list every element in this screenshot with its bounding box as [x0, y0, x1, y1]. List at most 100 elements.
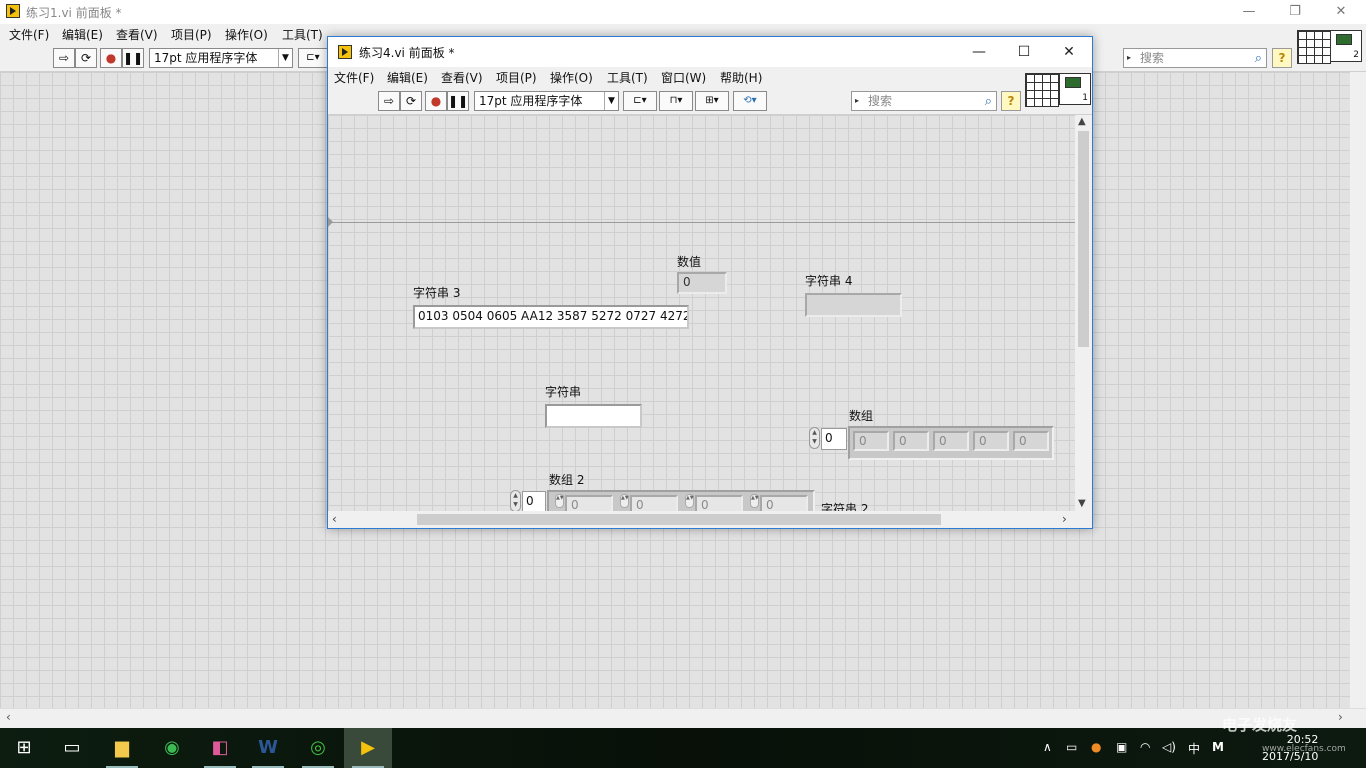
- run-arrow-icon[interactable]: ⇨: [378, 91, 400, 111]
- array2-index-input[interactable]: 0: [522, 491, 546, 511]
- maximize-icon[interactable]: ☐: [1001, 40, 1047, 64]
- connector-pane-icon[interactable]: [1025, 73, 1059, 107]
- menu-operate[interactable]: 操作(O): [550, 69, 593, 86]
- labview-taskbar-icon[interactable]: ▶: [344, 728, 392, 768]
- help-icon[interactable]: ?: [1001, 91, 1021, 111]
- paint-app-icon[interactable]: ◧: [196, 728, 244, 768]
- distribute-objects-icon[interactable]: ⊓▾: [659, 91, 693, 111]
- scroll-up-icon[interactable]: ▲: [1078, 116, 1086, 127]
- network-adapter-icon[interactable]: ▣: [1116, 740, 1127, 754]
- search-icon[interactable]: ⌕: [1255, 50, 1262, 68]
- array-element: 0: [893, 431, 929, 451]
- run-arrow-icon[interactable]: ⇨: [53, 48, 75, 68]
- element-spinner-icon[interactable]: ▲▼: [685, 494, 694, 508]
- array-indicator: 0 0 0 0 0: [848, 426, 1054, 460]
- resize-objects-icon[interactable]: ⊞▾: [695, 91, 729, 111]
- pane-splitter[interactable]: [328, 222, 1075, 223]
- string-control[interactable]: [545, 404, 642, 428]
- file-explorer-icon[interactable]: ▆: [98, 728, 146, 768]
- menu-tools[interactable]: 工具(T): [607, 69, 648, 86]
- qq-icon[interactable]: ●: [1091, 740, 1101, 754]
- fg-horizontal-scrollbar[interactable]: ‹ ›: [328, 511, 1092, 528]
- scroll-thumb[interactable]: [1078, 131, 1089, 347]
- element-spinner-icon[interactable]: ▲▼: [620, 494, 629, 508]
- font-select[interactable]: 17pt 应用程序字体 ▼: [474, 91, 619, 111]
- wifi-icon[interactable]: ◠: [1140, 740, 1150, 754]
- scroll-down-icon[interactable]: ▼: [1078, 498, 1086, 509]
- array2-element[interactable]: 0: [565, 495, 613, 511]
- bg-search-input[interactable]: ▸ 搜索 ⌕: [1123, 48, 1267, 68]
- word-icon[interactable]: W: [244, 728, 292, 768]
- volume-icon[interactable]: ◁): [1162, 740, 1176, 754]
- menu-help[interactable]: 帮助(H): [720, 69, 762, 86]
- fg-menubar: 文件(F) 编辑(E) 查看(V) 项目(P) 操作(O) 工具(T) 窗口(W…: [328, 67, 1092, 87]
- pause-icon[interactable]: ❚❚: [122, 48, 144, 68]
- fg-window-titlebar[interactable]: 练习4.vi 前面板 * — ☐ ✕: [328, 37, 1092, 67]
- ime-icon[interactable]: M: [1212, 740, 1224, 754]
- abort-icon[interactable]: ●: [425, 91, 447, 111]
- scroll-left-icon[interactable]: ‹: [332, 512, 337, 526]
- font-select[interactable]: 17pt 应用程序字体 ▼: [149, 48, 293, 68]
- close-icon[interactable]: ✕: [1318, 0, 1364, 24]
- abort-icon[interactable]: ●: [100, 48, 122, 68]
- fg-front-panel[interactable]: 字符串 3 0103 0504 0605 AA12 3587 5272 0727…: [328, 115, 1075, 511]
- element-spinner-icon[interactable]: ▲▼: [555, 494, 564, 508]
- bg-vertical-scrollbar[interactable]: [1350, 72, 1366, 708]
- menu-edit[interactable]: 编辑(E): [387, 69, 428, 86]
- menu-view[interactable]: 查看(V): [116, 26, 158, 43]
- menu-tools[interactable]: 工具(T): [282, 26, 323, 43]
- help-icon[interactable]: ?: [1272, 48, 1292, 68]
- element-spinner-icon[interactable]: ▲▼: [750, 494, 759, 508]
- menu-edit[interactable]: 编辑(E): [62, 26, 103, 43]
- minimize-icon[interactable]: —: [956, 40, 1002, 64]
- restore-icon[interactable]: ❐: [1272, 0, 1318, 24]
- fg-search-placeholder: 搜索: [868, 94, 893, 108]
- scroll-right-icon[interactable]: ›: [1338, 710, 1343, 724]
- font-select-value: 17pt 应用程序字体: [479, 94, 583, 108]
- start-windows-icon[interactable]: ⊞: [0, 728, 48, 768]
- vi-icon[interactable]: 1: [1059, 73, 1091, 105]
- reorder-icon[interactable]: ⟲▾: [733, 91, 767, 111]
- array-index-spinner-icon[interactable]: ▲ ▼: [809, 427, 820, 449]
- battery-icon[interactable]: ▭: [1066, 740, 1077, 754]
- menu-file[interactable]: 文件(F): [9, 26, 49, 43]
- menu-operate[interactable]: 操作(O): [225, 26, 268, 43]
- vi-icon[interactable]: 2: [1330, 30, 1362, 62]
- input-language[interactable]: 中: [1188, 740, 1200, 757]
- menu-window[interactable]: 窗口(W): [661, 69, 706, 86]
- menu-view[interactable]: 查看(V): [441, 69, 483, 86]
- fg-search-input[interactable]: ▸ 搜索 ⌕: [851, 91, 997, 111]
- array2-index-spinner-icon[interactable]: ▲ ▼: [510, 490, 521, 511]
- menu-file[interactable]: 文件(F): [334, 69, 374, 86]
- scroll-thumb[interactable]: [417, 514, 941, 525]
- minimize-icon[interactable]: —: [1226, 0, 1272, 24]
- browser-icon[interactable]: ◉: [148, 728, 196, 768]
- array2-element[interactable]: 0: [760, 495, 808, 511]
- fg-vertical-scrollbar[interactable]: ▲ ▼: [1075, 115, 1092, 511]
- fg-window-title: 练习4.vi 前面板 *: [359, 46, 455, 60]
- array2-element[interactable]: 0: [695, 495, 743, 511]
- scroll-left-icon[interactable]: ‹: [6, 710, 11, 724]
- chevron-up-icon[interactable]: ∧: [1043, 740, 1052, 754]
- close-icon[interactable]: ✕: [1046, 40, 1092, 64]
- font-select-value: 17pt 应用程序字体: [154, 51, 258, 65]
- numeric-label: 数值: [677, 255, 702, 269]
- connector-pane-icon[interactable]: [1297, 30, 1331, 64]
- array2-element[interactable]: 0: [630, 495, 678, 511]
- wechat-icon[interactable]: ◎: [294, 728, 342, 768]
- menu-project[interactable]: 项目(P): [496, 69, 537, 86]
- run-continuous-icon[interactable]: ⟳: [75, 48, 97, 68]
- array-index-input[interactable]: 0: [821, 428, 847, 450]
- string3-control[interactable]: 0103 0504 0605 AA12 3587 5272 0727 4272: [413, 305, 689, 329]
- scroll-right-icon[interactable]: ›: [1062, 512, 1067, 526]
- task-view-icon[interactable]: ▭: [48, 728, 96, 768]
- pause-icon[interactable]: ❚❚: [447, 91, 469, 111]
- bg-horizontal-scrollbar[interactable]: ‹ ›: [0, 708, 1366, 726]
- run-continuous-icon[interactable]: ⟳: [400, 91, 422, 111]
- menu-project[interactable]: 项目(P): [171, 26, 212, 43]
- search-icon[interactable]: ⌕: [985, 93, 992, 111]
- align-objects-icon[interactable]: ⊏▾: [298, 48, 328, 68]
- align-objects-icon[interactable]: ⊏▾: [623, 91, 657, 111]
- chevron-down-icon: ▼: [604, 92, 618, 110]
- array2-control[interactable]: ▲▼ 0 ▲▼ 0 ▲▼ 0 ▲▼ 0: [547, 490, 815, 511]
